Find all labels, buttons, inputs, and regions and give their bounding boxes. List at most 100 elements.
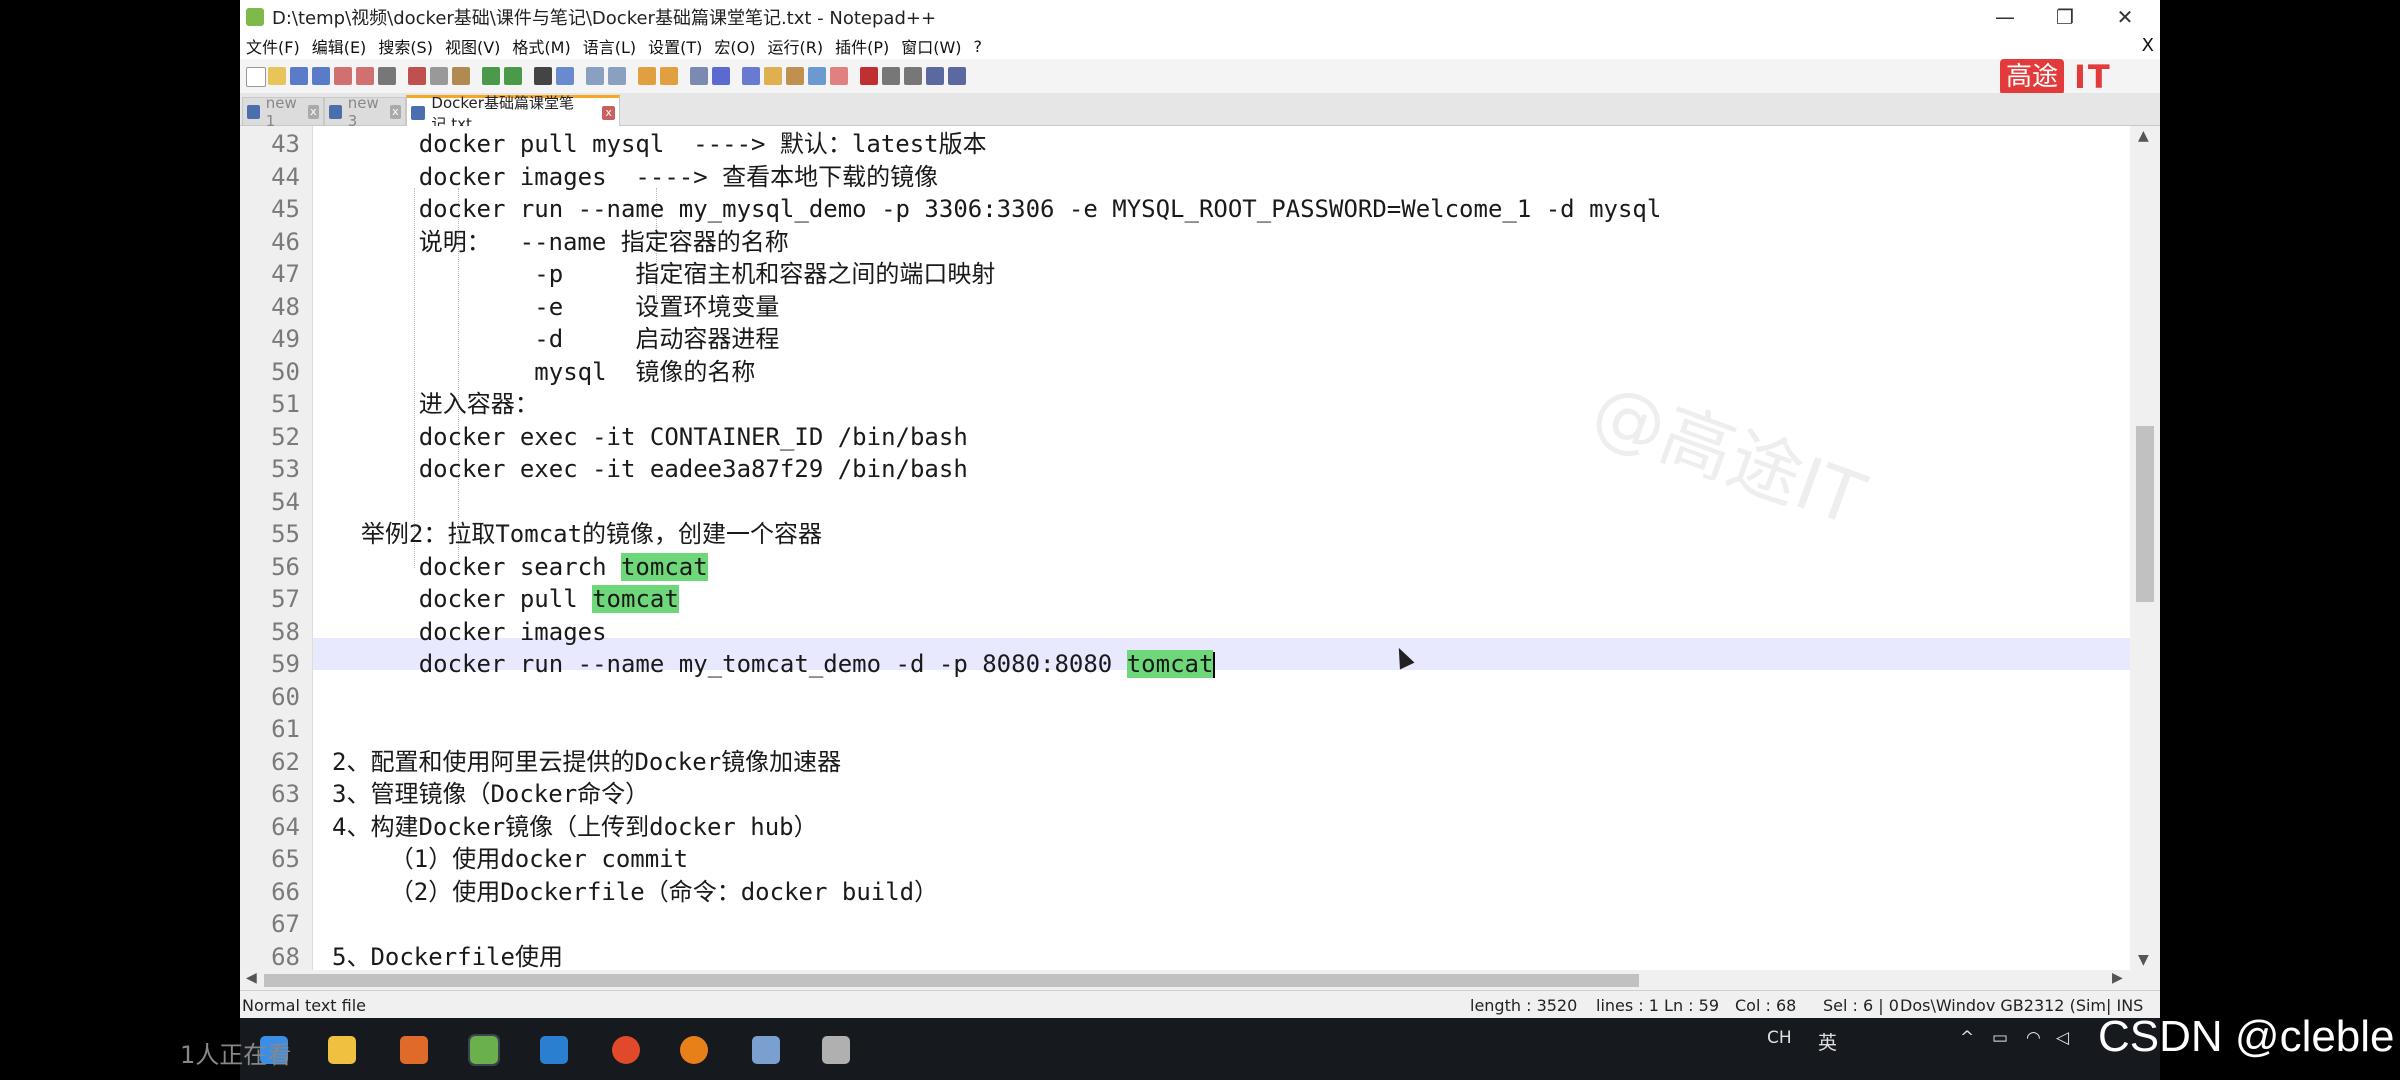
zoom-in-icon[interactable] — [586, 67, 604, 85]
code-line[interactable]: docker run --name my_tomcat_demo -d -p 8… — [332, 648, 1216, 680]
code-line[interactable]: docker exec -it eadee3a87f29 /bin/bash — [332, 453, 968, 485]
scroll-left-icon[interactable]: ◀ — [246, 970, 257, 986]
vertical-scroll-thumb[interactable] — [2136, 426, 2154, 602]
tray-chevron-icon[interactable]: ^ — [1960, 1028, 1974, 1048]
print-icon[interactable] — [378, 67, 396, 85]
code-line[interactable]: docker pull mysql ----> 默认：latest版本 — [332, 128, 987, 160]
tab-docker-notes[interactable]: Docker基础篇课堂笔记.txt x — [406, 94, 620, 133]
code-line[interactable]: -p 指定宿主机和容器之间的端口映射 — [332, 258, 995, 290]
copy-icon[interactable] — [430, 67, 448, 85]
play-macro-icon[interactable] — [904, 67, 922, 85]
code-line[interactable]: （1）使用docker commit — [332, 843, 688, 875]
show-all-chars-icon[interactable] — [712, 67, 730, 85]
code-line[interactable]: docker images ----> 查看本地下载的镜像 — [332, 161, 938, 193]
code-line[interactable]: docker run --name my_mysql_demo -p 3306:… — [332, 193, 1662, 225]
code-line[interactable]: 2、配置和使用阿里云提供的Docker镜像加速器 — [332, 746, 841, 778]
menu-search[interactable]: 搜索(S) — [372, 34, 439, 58]
code-line[interactable]: 举例2：拉取Tomcat的镜像，创建一个容器 — [332, 518, 822, 550]
close-button[interactable]: ✕ — [2090, 0, 2160, 33]
firefox-icon[interactable] — [680, 1036, 708, 1064]
scroll-right-icon[interactable]: ▶ — [2112, 970, 2123, 986]
tab-close-icon[interactable]: x — [602, 106, 615, 120]
stop-macro-icon[interactable] — [882, 67, 900, 85]
notepadpp-taskbar-icon[interactable] — [468, 1034, 500, 1066]
menu-view[interactable]: 视图(V) — [439, 34, 506, 58]
menu-window[interactable]: 窗口(W) — [895, 34, 967, 58]
menu-file[interactable]: 文件(F) — [240, 34, 306, 58]
code-line[interactable]: 说明： --name 指定容器的名称 — [332, 226, 789, 258]
tab-close-icon[interactable]: x — [389, 104, 402, 119]
code-line[interactable]: 进入容器： — [332, 388, 539, 420]
line-number: 43 — [271, 130, 300, 158]
close-file-icon[interactable] — [334, 67, 352, 85]
sync-v-icon[interactable] — [638, 67, 656, 85]
code-line[interactable]: docker pull tomcat — [332, 583, 679, 615]
ime-lang[interactable]: 英 — [1818, 1028, 1837, 1055]
menu-language[interactable]: 语言(L) — [577, 34, 642, 58]
indent-guide-icon[interactable] — [742, 67, 760, 85]
new-file-icon[interactable] — [246, 67, 266, 87]
sync-h-icon[interactable] — [660, 67, 678, 85]
code-line[interactable]: -d 启动容器进程 — [332, 323, 779, 355]
redo-icon[interactable] — [504, 67, 522, 85]
code-line[interactable]: 5、Dockerfile使用 — [332, 941, 563, 973]
menu-macro[interactable]: 宏(O) — [708, 34, 761, 58]
code-line[interactable]: docker images — [332, 616, 607, 648]
menu-run[interactable]: 运行(R) — [761, 34, 829, 58]
line-number: 44 — [271, 162, 300, 191]
line-number: 52 — [271, 422, 300, 451]
browser-icon[interactable] — [612, 1036, 640, 1064]
run-macro-multiple-icon[interactable] — [926, 67, 944, 85]
zoom-out-icon[interactable] — [608, 67, 626, 85]
code-text: （1）使用docker commit — [332, 845, 689, 873]
cut-icon[interactable] — [408, 67, 426, 85]
pdf-reader-icon[interactable] — [400, 1036, 428, 1064]
save-all-icon[interactable] — [312, 67, 330, 85]
save-macro-icon[interactable] — [948, 67, 966, 85]
replace-icon[interactable] — [556, 67, 574, 85]
code-line[interactable]: （2）使用Dockerfile（命令：docker build） — [332, 876, 938, 908]
code-line[interactable]: mysql 镜像的名称 — [332, 356, 755, 388]
vertical-scrollbar[interactable]: ▲ ▼ — [2130, 126, 2160, 970]
menu-plugins[interactable]: 插件(P) — [829, 34, 895, 58]
file-explorer-icon[interactable] — [328, 1036, 356, 1064]
undo-icon[interactable] — [482, 67, 500, 85]
close-all-icon[interactable] — [356, 67, 374, 85]
close-document-button[interactable]: X — [2142, 35, 2154, 56]
function-list-icon[interactable] — [808, 67, 826, 85]
menu-format[interactable]: 格式(M) — [506, 34, 576, 58]
menu-settings[interactable]: 设置(T) — [642, 34, 708, 58]
horizontal-scroll-thumb[interactable] — [264, 974, 1639, 987]
word-wrap-icon[interactable] — [690, 67, 708, 85]
code-line[interactable]: 4、构建Docker镜像（上传到docker hub） — [332, 811, 818, 843]
horizontal-scrollbar[interactable]: ◀ ▶ — [240, 970, 2160, 990]
scroll-up-icon[interactable]: ▲ — [2138, 128, 2149, 144]
folder-workspace-icon[interactable] — [830, 67, 848, 85]
tool-icon[interactable] — [822, 1036, 850, 1064]
app-icon[interactable] — [540, 1036, 568, 1064]
tab-close-icon[interactable]: x — [307, 104, 320, 119]
notepadpp-icon — [246, 7, 264, 26]
code-line[interactable]: docker search tomcat — [332, 551, 708, 583]
open-file-icon[interactable] — [268, 67, 286, 85]
volume-icon[interactable]: ◁ — [2056, 1028, 2069, 1048]
tab-new-3[interactable]: new 3 x — [324, 94, 406, 130]
code-line[interactable]: -e 设置环境变量 — [332, 291, 779, 323]
editor-area[interactable]: 43 44 45 46 47 48 49 50 51 52 53 54 55 56 57 58 59 60 61 62… — [240, 126, 2160, 973]
code-text: docker exec -it eadee3a87f29 /bin/bash — [332, 455, 968, 483]
record-macro-icon[interactable] — [860, 67, 878, 85]
code-text: docker pull mysql ----> 默认：latest版本 — [332, 130, 987, 158]
code-line[interactable]: docker exec -it CONTAINER_ID /bin/bash — [332, 421, 968, 453]
paste-icon[interactable] — [452, 67, 470, 85]
scroll-down-icon[interactable]: ▼ — [2138, 952, 2149, 968]
ime-ch[interactable]: CH — [1767, 1028, 1792, 1048]
user-lang-icon[interactable] — [764, 67, 782, 85]
save-icon[interactable] — [290, 67, 308, 85]
find-icon[interactable] — [534, 67, 552, 85]
tab-new-1[interactable]: new 1 x — [242, 94, 324, 130]
menu-edit[interactable]: 编辑(E) — [306, 34, 373, 58]
paint-icon[interactable] — [752, 1036, 780, 1064]
doc-map-icon[interactable] — [786, 67, 804, 85]
code-line[interactable]: 3、管理镜像（Docker命令） — [332, 778, 649, 810]
menu-help[interactable]: ? — [968, 37, 989, 56]
